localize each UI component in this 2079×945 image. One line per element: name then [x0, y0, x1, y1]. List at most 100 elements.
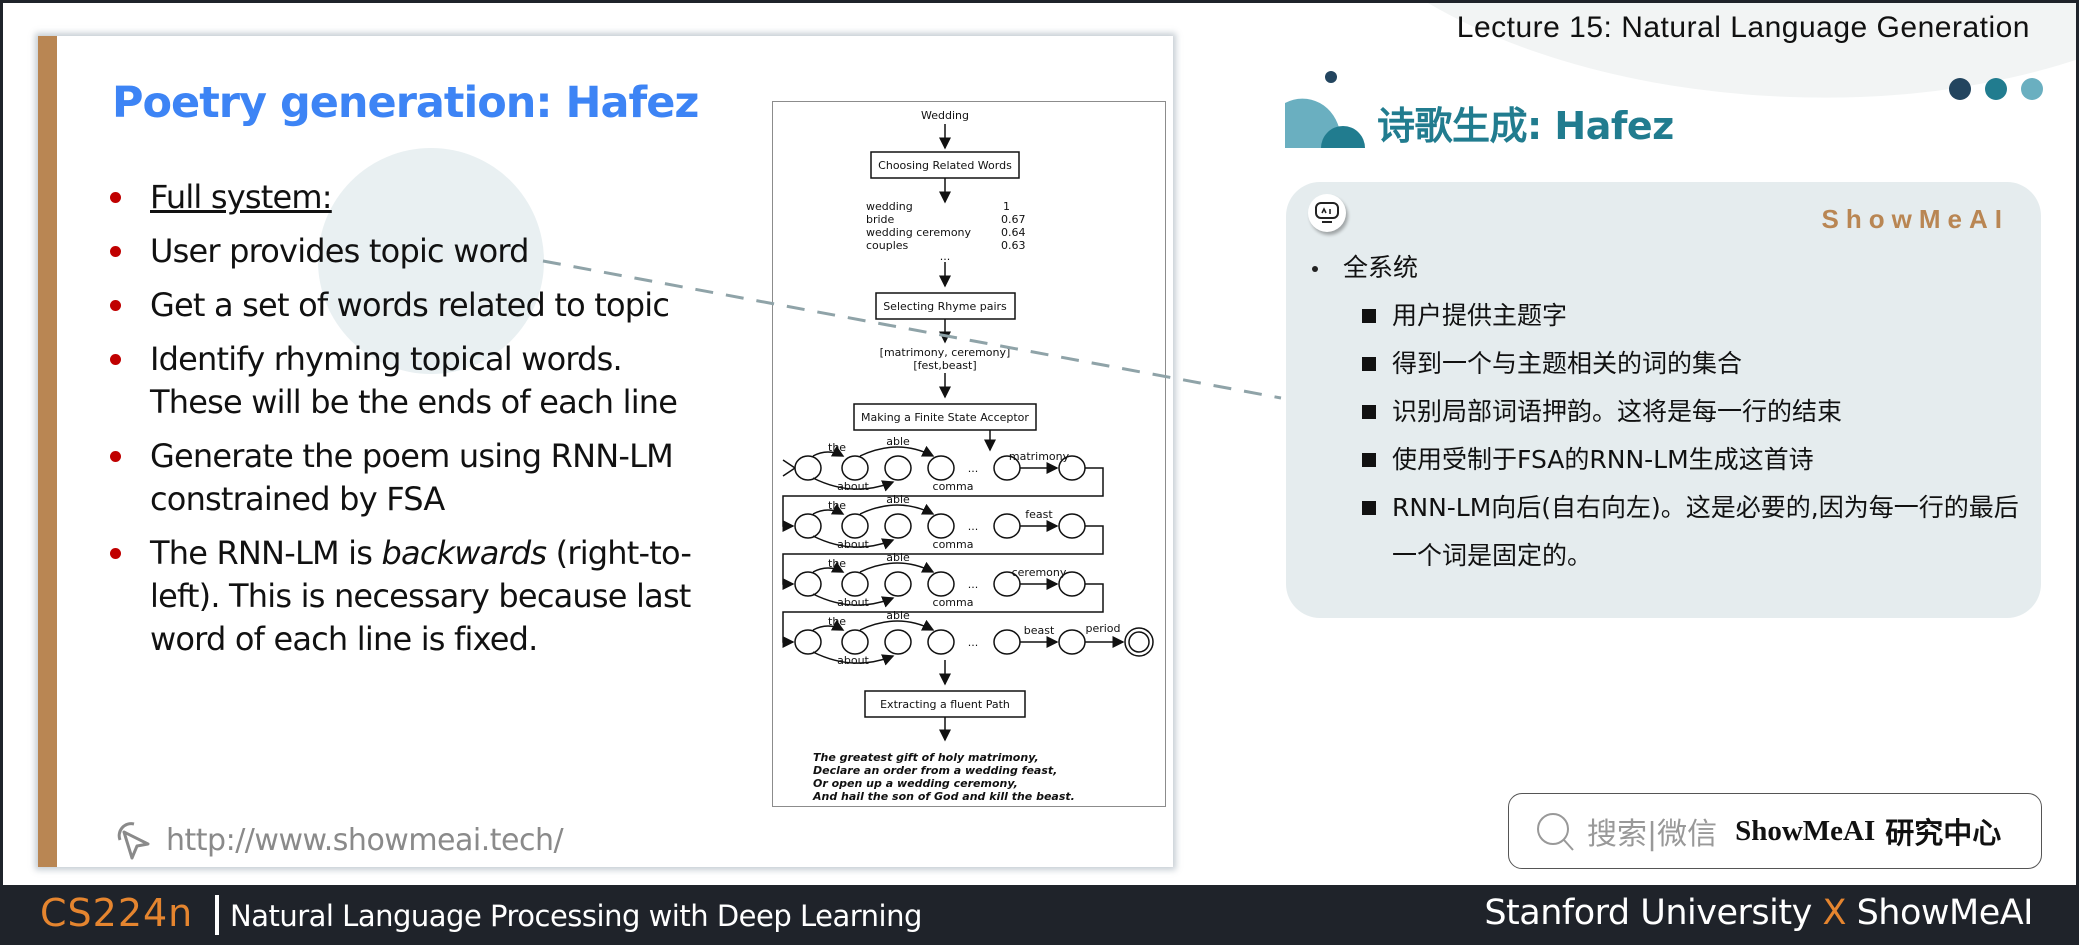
fsa-start-mark — [782, 459, 796, 469]
bullet-text-italic: backwards — [381, 534, 548, 572]
bullet-text: constrained by FSA — [150, 480, 445, 518]
bullet-dot-icon — [110, 246, 121, 257]
fsa-label-the: the — [828, 557, 846, 570]
bullet-dot-icon — [1312, 266, 1318, 272]
bullet-item: User provides topic word — [110, 230, 710, 273]
fsa-state — [884, 513, 912, 539]
square-bullet-icon — [1362, 357, 1376, 371]
bullet-text: User provides topic word — [150, 232, 529, 270]
zh-subbullet-item: RNN-LM向后(自右向左)。这是必要的,因为每一行的最后一个词是固定的。 — [1308, 484, 2042, 580]
fsa-final-state-inner — [1128, 631, 1150, 653]
dot-dark — [1949, 78, 1971, 100]
fsa-state — [794, 455, 822, 481]
zh-subbullet-item: 使用受制于FSA的RNN-LM生成这首诗 — [1308, 436, 2042, 484]
page-canvas: Lecture 15: Natural Language Generation … — [3, 3, 2076, 885]
fsa-state — [794, 571, 822, 597]
step-label: Extracting a fluent Path — [880, 698, 1010, 711]
fsa-state — [1058, 629, 1086, 655]
poem-line: And hail the son of God and kill the bea… — [812, 790, 1075, 803]
title-decoration-shapes — [1285, 71, 1365, 148]
bullet-dot-icon — [110, 548, 121, 559]
search-icon — [1537, 813, 1574, 851]
showmeai-url-link[interactable]: http://www.showmeai.tech/ — [166, 823, 564, 858]
poem-line: Or open up a wedding ceremony, — [813, 777, 1018, 790]
bullet-text: (right-to- — [546, 534, 692, 572]
search-hint-text: 搜索|微信 — [1587, 817, 1718, 852]
bullet-text: Full system: — [150, 178, 333, 216]
fsa-label-able: able — [886, 551, 910, 564]
slide-accent-bar — [38, 36, 57, 867]
rhyme-pair: [matrimony, ceremony] — [880, 346, 1011, 359]
fsa-state — [884, 455, 912, 481]
fsa-state — [993, 513, 1021, 539]
related-words-table: wedding 1 bride 0.67 wedding ceremony 0.… — [866, 200, 1026, 263]
fsa-state — [927, 629, 955, 655]
bullet-text: Get a set of words related to topic — [150, 286, 670, 324]
zh-bullet-text: 全系统 — [1343, 253, 1419, 282]
fsa-labels: the able about... matrimony comma the able abou… — [828, 435, 1121, 667]
cursor-click-icon — [117, 822, 150, 860]
url-row: http://www.showmeai.tech/ — [110, 818, 564, 862]
bullet-dot-icon — [110, 451, 121, 462]
fsa-label-end-word: ceremony — [1012, 566, 1067, 579]
square-bullet-icon — [1362, 501, 1376, 515]
fsa-ellipsis: ... — [968, 636, 979, 649]
related-score: 1 — [1003, 200, 1010, 213]
zh-bullet-text: 用户提供主题字 — [1392, 301, 1568, 330]
related-word: couples — [866, 239, 909, 252]
fsa-line-wrap — [782, 467, 1104, 532]
fsa-label-end-word: matrimony — [1009, 450, 1070, 463]
zh-bullet-item: 全系统 — [1308, 244, 2042, 292]
related-word: bride — [866, 213, 895, 226]
footer-bar: CS224n Natural Language Processing with … — [0, 885, 2079, 945]
zh-bullet-text: RNN-LM向后(自右向左)。这是必要的,因为每一行的最后一个词是固定的。 — [1392, 493, 2019, 570]
fsa-label-comma: comma — [933, 480, 974, 493]
fsa-edge-able — [859, 503, 935, 515]
fsa-state — [927, 513, 955, 539]
fsa-label-able: able — [886, 493, 910, 506]
rhyme-pair: [fest,beast] — [913, 359, 976, 372]
slide-bullet-list: Full system: User provides topic word Ge… — [110, 176, 710, 672]
fsa-label-about: about — [837, 480, 869, 493]
bullet-text: Identify rhyming topical words. — [150, 340, 623, 378]
fsa-label-period: period — [1085, 622, 1120, 635]
bullet-item: Get a set of words related to topic — [110, 284, 710, 327]
figure-start-label: Wedding — [921, 109, 969, 122]
credit-showmeai: ShowMeAI — [1856, 893, 2034, 933]
square-bullet-icon — [1362, 309, 1376, 323]
fsa-edge-able — [859, 561, 935, 573]
zh-bullet-text: 得到一个与主题相关的词的集合 — [1392, 349, 1743, 378]
slide-title: Poetry generation: Hafez — [112, 78, 699, 128]
fsa-label-about: about — [837, 654, 869, 667]
related-word: wedding ceremony — [866, 226, 972, 239]
footer-divider — [215, 895, 219, 935]
pipeline-diagram: Wedding Choosing Related Words wedding 1… — [782, 109, 1154, 803]
fsa-edge-able — [859, 445, 935, 457]
square-bullet-icon — [1362, 405, 1376, 419]
bullet-text: word of each line is fixed. — [150, 620, 538, 658]
lecture-title: Lecture 15: Natural Language Generation — [1456, 11, 2030, 44]
step-label: Selecting Rhyme pairs — [883, 300, 1007, 313]
fsa-ellipsis: ... — [968, 578, 979, 591]
fsa-state — [794, 629, 822, 655]
fsa-state — [841, 513, 869, 539]
step-label: Making a Finite State Acceptor — [861, 411, 1029, 424]
bullet-dot-icon — [110, 300, 121, 311]
bullet-item: The RNN-LM is backwards (right-to-left).… — [110, 532, 710, 661]
related-score: 0.64 — [1001, 226, 1026, 239]
poem-line: Declare an order from a wedding feast, — [813, 764, 1057, 777]
fsa-state — [841, 629, 869, 655]
bullet-text: The RNN-LM is — [150, 534, 382, 572]
bullet-text: Generate the poem using RNN-LM — [150, 437, 674, 475]
related-score: 0.67 — [1001, 213, 1026, 226]
footer-credit: Stanford University X ShowMeAI — [1484, 893, 2033, 933]
robot-ai-icon — [1308, 194, 1346, 232]
dot-mid — [1985, 78, 2007, 100]
wechat-search-box[interactable]: 搜索|微信 ShowMeAI 研究中心 — [1508, 793, 2042, 869]
hafez-pipeline-figure: Wedding Choosing Related Words wedding 1… — [772, 101, 1166, 807]
zh-slide-title: 诗歌生成: Hafez — [1377, 104, 1674, 148]
slide-card: Poetry generation: Hafez Full system: Us… — [38, 36, 1173, 867]
square-bullet-icon — [1362, 453, 1376, 467]
fsa-start-mark — [782, 467, 796, 477]
step-label: Choosing Related Words — [878, 159, 1012, 172]
